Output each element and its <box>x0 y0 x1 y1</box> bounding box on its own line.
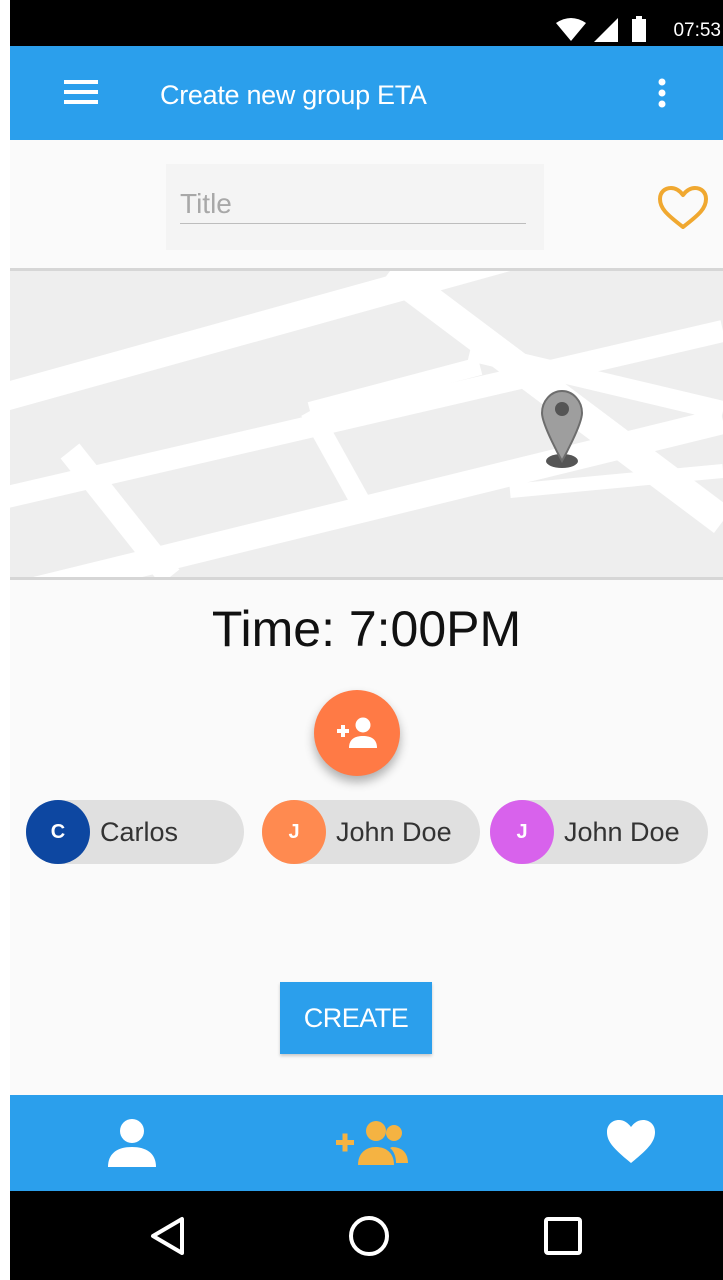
avatar: J <box>262 800 326 864</box>
title-field-container <box>166 164 544 250</box>
home-button[interactable] <box>346 1213 392 1259</box>
title-input[interactable] <box>180 184 526 224</box>
battery-icon <box>632 16 646 42</box>
nav-item-create-group[interactable] <box>332 1117 412 1171</box>
map-view[interactable] <box>10 271 723 577</box>
participant-chip[interactable]: C Carlos <box>26 800 244 864</box>
more-options-button[interactable] <box>650 76 674 112</box>
hamburger-menu-icon <box>64 80 98 104</box>
map-roads <box>10 271 723 577</box>
heart-outline-icon <box>658 186 708 229</box>
system-navigation-bar <box>10 1191 723 1280</box>
participant-chip[interactable]: J John Doe <box>490 800 708 864</box>
participant-chip[interactable]: J John Doe <box>262 800 480 864</box>
back-button[interactable] <box>146 1213 192 1259</box>
heart-icon <box>607 1120 655 1163</box>
home-icon <box>349 1216 389 1256</box>
back-icon <box>151 1217 184 1255</box>
create-button[interactable]: CREATE <box>280 982 432 1054</box>
more-vert-icon <box>658 78 666 108</box>
wifi-icon <box>556 18 586 41</box>
add-participant-button[interactable] <box>314 690 400 776</box>
person-add-icon <box>337 717 377 748</box>
recents-icon <box>544 1217 582 1255</box>
app-screen: 07:53 Create new group ETA Title Time: 7… <box>10 0 723 1280</box>
avatar: J <box>490 800 554 864</box>
participant-name: Carlos <box>100 817 179 847</box>
bottom-navigation <box>10 1095 723 1191</box>
signal-icon <box>594 18 618 42</box>
group-add-icon <box>336 1121 408 1165</box>
status-time: 07:53 <box>673 20 721 41</box>
divider-bottom <box>10 577 723 580</box>
recents-button[interactable] <box>540 1213 586 1259</box>
title-section <box>10 140 723 268</box>
participant-name: John Doe <box>564 817 680 847</box>
menu-button[interactable] <box>62 78 102 108</box>
page-title: Create new group ETA <box>160 80 427 110</box>
status-bar: 07:53 <box>10 0 723 46</box>
time-label[interactable]: Time: 7:00PM <box>10 600 723 658</box>
person-icon <box>108 1119 156 1167</box>
nav-item-profile[interactable] <box>102 1117 162 1171</box>
participant-name: John Doe <box>336 817 452 847</box>
nav-item-favorites[interactable] <box>604 1117 664 1171</box>
app-bar: Create new group ETA <box>10 46 723 140</box>
avatar: C <box>26 800 90 864</box>
favorite-button[interactable] <box>656 184 710 232</box>
location-pin-icon[interactable] <box>538 387 588 478</box>
